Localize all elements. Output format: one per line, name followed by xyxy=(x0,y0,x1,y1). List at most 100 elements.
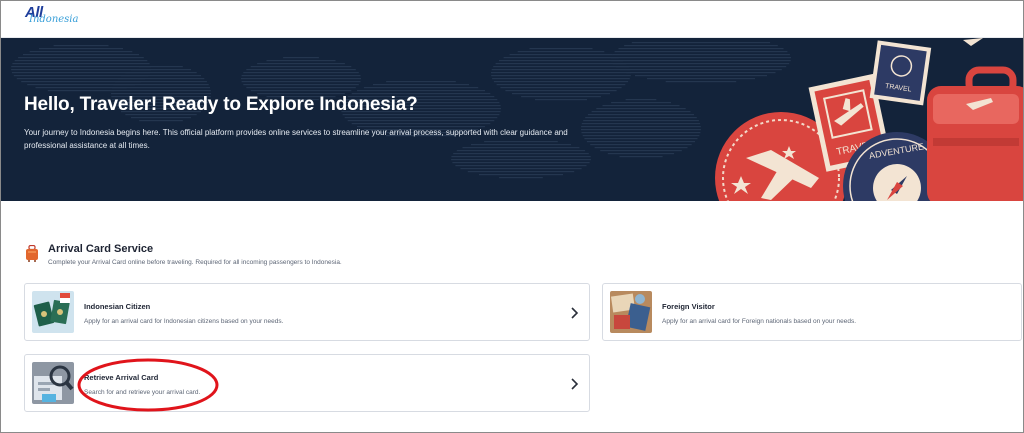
map-line xyxy=(139,66,183,68)
map-line xyxy=(496,84,626,86)
small-travel-stamp: TRAVEL xyxy=(869,40,932,106)
map-line xyxy=(611,102,671,104)
paper-plane-icon xyxy=(963,38,983,46)
map-line xyxy=(351,123,491,125)
map-line xyxy=(529,48,593,50)
map-line xyxy=(283,57,319,59)
map-line xyxy=(12,63,150,65)
map-line xyxy=(503,57,619,59)
citizen-passport-thumbnail xyxy=(32,291,74,333)
map-line xyxy=(257,63,345,65)
foreign-card-title: Foreign Visitor xyxy=(662,302,715,311)
map-line xyxy=(596,108,686,110)
map-line xyxy=(586,141,695,143)
suitcase-illustration xyxy=(927,66,1023,201)
citizen-card-title: Indonesian Citizen xyxy=(84,302,151,311)
map-line xyxy=(581,123,701,125)
map-line xyxy=(600,150,682,152)
map-line xyxy=(451,156,591,158)
map-line xyxy=(594,147,688,149)
map-line xyxy=(39,48,123,50)
map-line xyxy=(625,99,657,101)
map-line xyxy=(111,90,211,92)
map-line xyxy=(53,45,109,47)
map-line xyxy=(491,72,631,74)
map-line xyxy=(581,132,701,134)
hero-banner: Hello, Traveler! Ready to Explore Indone… xyxy=(1,38,1023,201)
map-line xyxy=(585,117,697,119)
map-line xyxy=(455,165,587,167)
map-line xyxy=(347,120,495,122)
section-subtitle: Complete your Arrival Card online before… xyxy=(48,259,342,266)
map-line xyxy=(492,78,630,80)
map-line xyxy=(517,51,605,53)
logo-sub-text: Indonesia xyxy=(29,14,79,25)
map-line xyxy=(139,120,183,122)
foreign-visitor-card[interactable]: Foreign Visitor Apply for an arrival car… xyxy=(602,283,1022,341)
map-line xyxy=(607,153,675,155)
map-line xyxy=(14,60,148,62)
map-line xyxy=(521,96,601,98)
map-line xyxy=(373,84,469,86)
map-line xyxy=(505,90,617,92)
map-line xyxy=(491,75,631,77)
map-line xyxy=(115,81,207,83)
map-line xyxy=(117,78,205,80)
map-line xyxy=(495,63,627,65)
map-line xyxy=(47,90,115,92)
map-line xyxy=(125,72,197,74)
map-line xyxy=(246,87,356,89)
map-line xyxy=(113,84,209,86)
map-line xyxy=(451,159,591,161)
map-line xyxy=(584,138,698,140)
map-line xyxy=(602,105,680,107)
map-line xyxy=(619,156,663,158)
map-line xyxy=(509,54,613,56)
map-line xyxy=(583,120,699,122)
highlight-ellipse xyxy=(77,358,219,412)
map-line xyxy=(591,111,691,113)
map-line xyxy=(246,69,356,71)
map-line xyxy=(250,66,352,68)
indonesian-citizen-card[interactable]: Indonesian Citizen Apply for an arrival … xyxy=(24,283,590,341)
section-title: Arrival Card Service xyxy=(48,243,154,255)
chevron-right-icon[interactable] xyxy=(569,306,579,320)
map-line xyxy=(500,87,622,89)
map-line xyxy=(266,60,336,62)
map-line xyxy=(131,117,191,119)
map-line xyxy=(479,174,563,176)
retrieve-card-thumbnail xyxy=(32,362,74,404)
map-line xyxy=(243,72,359,74)
map-line xyxy=(535,99,587,101)
map-line xyxy=(344,117,498,119)
map-line xyxy=(23,54,139,56)
top-bar: All Indonesia xyxy=(1,1,1023,38)
map-line xyxy=(452,162,590,164)
map-line xyxy=(241,78,361,80)
map-line xyxy=(11,69,151,71)
map-line xyxy=(357,90,485,92)
travel-stamps-illustration: TRAVEL TRAVEL ADVENTURE xyxy=(715,38,1023,201)
map-line xyxy=(241,81,361,83)
hero-description: Your journey to Indonesia begins here. T… xyxy=(24,128,568,150)
map-line xyxy=(386,81,456,83)
map-line xyxy=(243,84,359,86)
map-line xyxy=(581,126,701,128)
map-line xyxy=(11,66,151,68)
map-line xyxy=(112,87,210,89)
map-line xyxy=(499,60,623,62)
map-line xyxy=(363,87,479,89)
citizen-card-description: Apply for an arrival card for Indonesian… xyxy=(84,318,284,325)
luggage-icon xyxy=(26,245,38,262)
map-line xyxy=(241,75,361,77)
logo[interactable]: All Indonesia xyxy=(25,4,85,34)
map-line xyxy=(121,75,201,77)
map-line xyxy=(29,51,133,53)
map-line xyxy=(590,144,692,146)
foreign-visitor-thumbnail xyxy=(610,291,652,333)
map-line xyxy=(460,168,582,170)
map-line xyxy=(499,177,543,179)
map-line xyxy=(493,81,629,83)
map-line xyxy=(581,129,701,131)
chevron-right-icon[interactable] xyxy=(569,377,579,391)
